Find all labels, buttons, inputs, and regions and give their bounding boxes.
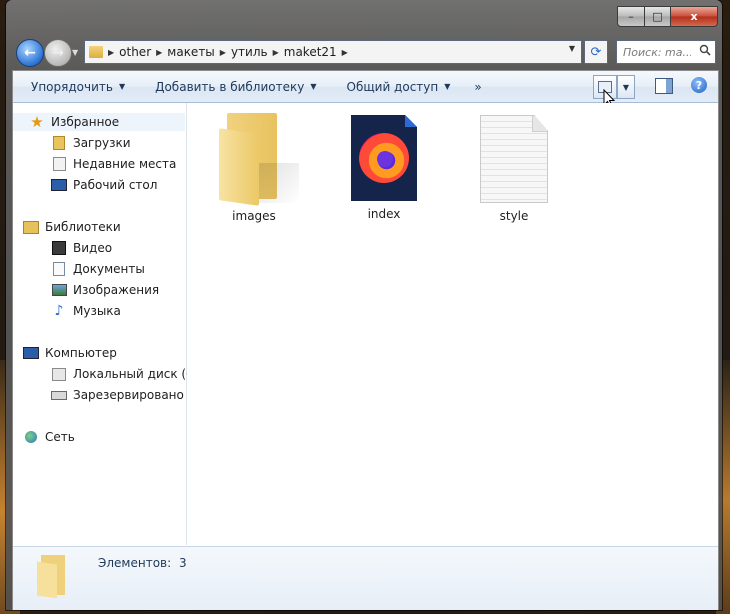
file-name: index [367, 207, 401, 221]
sidebar-item-label: Музыка [73, 304, 121, 318]
breadcrumb-separator-icon[interactable]: ▶ [342, 48, 348, 57]
organize-button[interactable]: Упорядочить ▼ [31, 80, 125, 94]
minimize-button[interactable]: – [617, 6, 645, 27]
caption-buttons: – □ x [617, 6, 718, 27]
sidebar-item-music[interactable]: ♪ Музыка [51, 302, 193, 320]
add-to-library-label: Добавить в библиотеку [155, 79, 305, 94]
pictures-icon [51, 283, 67, 297]
file-item-folder[interactable]: images [199, 113, 309, 223]
chevron-down-icon: ▼ [310, 82, 317, 91]
sidebar-item-label: Недавние места [73, 157, 177, 171]
explorer-content: Упорядочить ▼ Добавить в библиотеку ▼ Об… [12, 70, 719, 610]
item-count-value: 3 [179, 556, 187, 570]
sidebar-item-label: Изображения [73, 283, 160, 297]
sidebar-item-label: Загрузки [73, 136, 131, 150]
sidebar-item-documents[interactable]: Документы [51, 260, 193, 278]
sidebar-item-label: Документы [73, 262, 145, 276]
navigation-pane: ★ Избранное Загрузки Недавние места Рабо… [13, 103, 193, 545]
folder-icon [89, 46, 103, 58]
forward-button[interactable]: → [44, 39, 72, 67]
close-button[interactable]: x [671, 6, 718, 27]
back-button[interactable]: ← [16, 39, 44, 67]
chevron-down-icon: ▼ [118, 82, 126, 91]
share-button[interactable]: Общий доступ ▼ [347, 80, 451, 94]
folder-icon [219, 113, 299, 206]
network-icon [23, 430, 39, 444]
search-icon [699, 44, 711, 56]
help-icon: ? [695, 78, 703, 92]
sidebar-item-label: Локальный диск (C:) [73, 367, 193, 381]
search-input[interactable]: Поиск: ma... [616, 40, 716, 64]
refresh-button[interactable]: ⟳ [584, 40, 608, 64]
sidebar-item-desktop[interactable]: Рабочий стол [51, 176, 193, 194]
refresh-icon: ⟳ [590, 44, 602, 60]
drive-icon [51, 367, 67, 381]
downloads-icon [51, 136, 67, 150]
sidebar-item-label: Избранное [51, 115, 120, 129]
video-icon [51, 241, 67, 255]
sidebar-item-downloads[interactable]: Загрузки [51, 134, 193, 152]
sidebar-item-label: Сеть [45, 430, 75, 444]
chevron-down-icon: ▼ [444, 82, 451, 91]
item-count: Элементов: 3 [98, 556, 187, 570]
details-pane: Элементов: 3 [13, 546, 718, 610]
breadcrumb-maketi[interactable]: макеты [167, 45, 215, 59]
help-button[interactable]: ? [691, 77, 707, 93]
sidebar-item-reserved[interactable]: Зарезервировано системой [51, 386, 193, 404]
desktop-icon [51, 178, 67, 192]
file-name: images [232, 209, 276, 223]
sidebar-item-computer[interactable]: Компьютер [23, 344, 165, 362]
view-options-dropdown[interactable]: ▼ [617, 75, 635, 99]
explorer-window: – □ x ← → ▼ ▶ other ▶ макеты ▶ утиль ▶ m… [6, 0, 722, 610]
file-list: images index style [187, 103, 718, 545]
add-to-library-button[interactable]: Добавить в библиотеку ▼ [155, 80, 316, 94]
sidebar-item-favorites[interactable]: ★ Избранное [13, 113, 185, 131]
breadcrumb-separator-icon[interactable]: ▶ [220, 48, 226, 57]
more-commands-button[interactable]: » [474, 80, 481, 94]
sidebar-item-label: Рабочий стол [73, 178, 158, 192]
folder-icon [37, 555, 69, 599]
libraries-icon [23, 220, 39, 234]
sidebar-item-libraries[interactable]: Библиотеки [23, 218, 165, 236]
breadcrumb-separator-icon[interactable]: ▶ [108, 48, 114, 57]
sidebar-item-label: Библиотеки [45, 220, 121, 234]
sidebar-item-local-disk[interactable]: Локальный диск (C:) [51, 365, 193, 383]
file-name: style [499, 209, 529, 223]
breadcrumb-separator-icon[interactable]: ▶ [156, 48, 162, 57]
navigation-row: ← → ▼ ▶ other ▶ макеты ▶ утиль ▶ maket21… [6, 38, 722, 67]
file-item-text[interactable]: style [459, 115, 569, 223]
breadcrumb-maket21[interactable]: maket21 [284, 45, 337, 59]
sidebar-item-label: Видео [73, 241, 113, 255]
firefox-document-icon [351, 115, 417, 201]
address-bar[interactable]: ▶ other ▶ макеты ▶ утиль ▶ maket21 ▶ ▼ [84, 40, 582, 64]
address-dropdown-icon[interactable]: ▼ [569, 44, 575, 53]
breadcrumb-util[interactable]: утиль [231, 45, 268, 59]
star-icon: ★ [30, 113, 44, 131]
chevron-down-icon: ▼ [622, 82, 630, 92]
sidebar-item-network[interactable]: Сеть [23, 428, 165, 446]
music-icon: ♪ [54, 303, 64, 319]
text-document-icon [480, 115, 548, 203]
maximize-button[interactable]: □ [645, 6, 671, 27]
sidebar-item-video[interactable]: Видео [51, 239, 193, 257]
item-count-label: Элементов: [98, 556, 172, 570]
sidebar-item-label: Зарезервировано системой [73, 388, 193, 402]
sidebar-item-pictures[interactable]: Изображения [51, 281, 193, 299]
search-placeholder: Поиск: ma... [623, 45, 691, 59]
file-item-html[interactable]: index [329, 115, 439, 221]
computer-icon [23, 346, 39, 360]
recent-pages-dropdown-icon[interactable]: ▼ [72, 48, 78, 57]
organize-label: Упорядочить [31, 79, 113, 94]
breadcrumb-other[interactable]: other [119, 45, 151, 59]
preview-pane-button[interactable] [655, 78, 673, 94]
sidebar-item-label: Компьютер [45, 346, 117, 360]
reserved-drive-icon [51, 388, 67, 402]
share-label: Общий доступ [346, 79, 439, 94]
sidebar-item-recent-places[interactable]: Недавние места [51, 155, 193, 173]
breadcrumb-separator-icon[interactable]: ▶ [273, 48, 279, 57]
documents-icon [51, 262, 67, 276]
recent-places-icon [51, 157, 67, 171]
